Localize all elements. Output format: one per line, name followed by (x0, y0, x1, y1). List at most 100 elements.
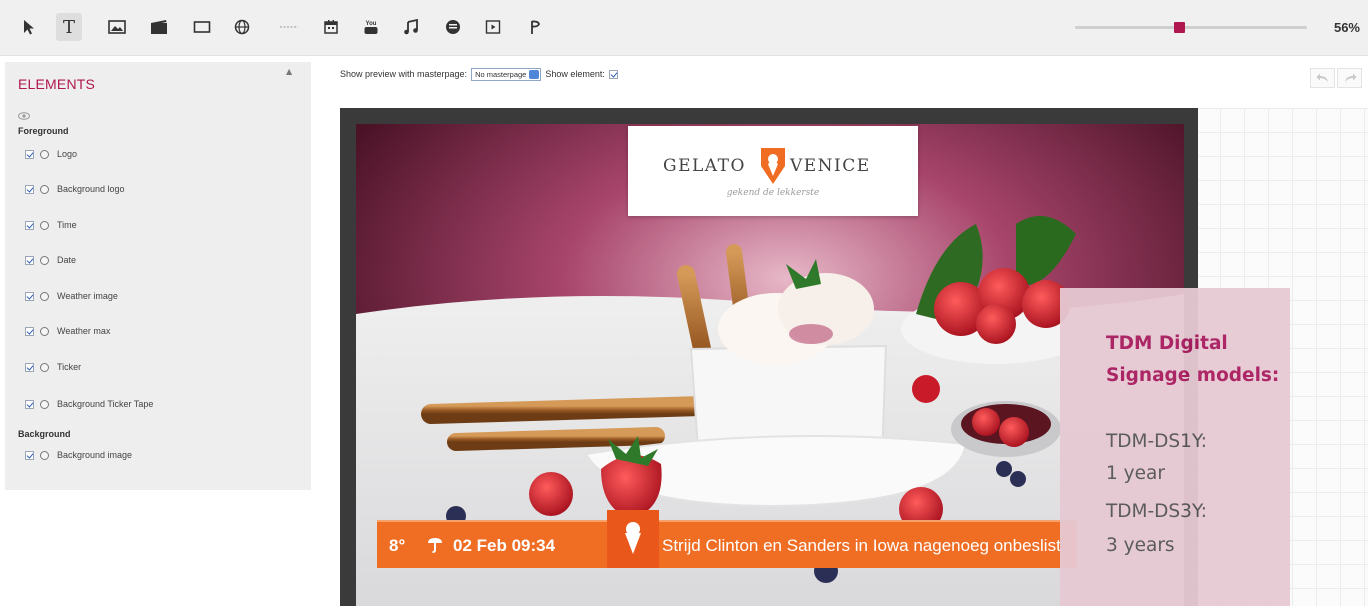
video-tool[interactable] (146, 13, 172, 41)
info-title: TDM Digital Signage models: (1106, 333, 1280, 386)
svg-text:T: T (63, 17, 75, 37)
image-tool[interactable] (104, 13, 130, 41)
info-model-1: TDM-DS1Y: (1106, 431, 1208, 452)
youtube-icon: You (364, 21, 378, 34)
visibility-checkbox[interactable] (25, 450, 34, 460)
visibility-checkbox[interactable] (25, 255, 34, 265)
element-row-time[interactable]: Time (25, 218, 77, 232)
ice-cream-cone-icon (761, 148, 785, 184)
ticker-tape[interactable]: 8° 02 Feb 09:34 Strijd Clinton en Sander… (377, 520, 1077, 568)
select-radio[interactable] (40, 149, 49, 159)
masterpage-select[interactable]: No masterpage (471, 67, 542, 81)
element-label: Weather image (57, 291, 118, 301)
info-duration-2: 3 years (1106, 535, 1175, 556)
youtube-tool[interactable]: You (358, 13, 384, 41)
element-label: Time (57, 220, 77, 230)
globe-icon (234, 19, 250, 35)
visibility-checkbox[interactable] (25, 326, 34, 336)
element-row-background-image[interactable]: Background image (25, 448, 132, 462)
divider-tool[interactable] (276, 13, 302, 41)
show-element-checkbox[interactable] (608, 69, 618, 79)
info-duration-1: 1 year (1106, 463, 1165, 484)
rss-tool[interactable] (440, 13, 466, 41)
visibility-checkbox[interactable] (25, 184, 34, 194)
svg-text:You: You (366, 21, 377, 27)
element-row-background-ticker-tape[interactable]: Background Ticker Tape (25, 397, 153, 411)
play-box-icon (485, 20, 501, 34)
pointer-tool[interactable] (16, 13, 42, 41)
select-radio[interactable] (40, 255, 49, 265)
select-radio[interactable] (40, 362, 49, 372)
ice-cream-icon (625, 522, 641, 554)
element-row-weather-max[interactable]: Weather max (25, 324, 110, 338)
panel-title: ELEMENTS (18, 76, 96, 92)
zoom-slider-track[interactable] (1075, 26, 1307, 29)
group-foreground: Foreground (18, 126, 69, 136)
weather-max-text: 8° (389, 536, 406, 555)
element-row-weather-image[interactable]: Weather image (25, 289, 118, 303)
web-tool[interactable] (229, 13, 255, 41)
element-label: Date (57, 255, 77, 265)
info-model-2: TDM-DS3Y: (1106, 501, 1208, 522)
select-radio[interactable] (40, 450, 49, 460)
undo-icon (1316, 73, 1328, 82)
text-icon: T (63, 17, 75, 37)
logo-text-left: GELATO (663, 156, 746, 176)
eye-icon[interactable] (18, 112, 30, 120)
collapse-up-icon[interactable]: ▲ (286, 67, 292, 76)
image-icon (108, 20, 126, 34)
visibility-checkbox[interactable] (25, 220, 34, 230)
element-row-ticker[interactable]: Ticker (25, 360, 81, 374)
feed-icon (446, 20, 460, 34)
zoom-level: 56% (1333, 20, 1360, 35)
logo-element[interactable]: GELATO VENICE gekend de lekkerste (628, 126, 918, 216)
preview-options: Show preview with masterpage: No masterp… (340, 67, 618, 81)
widget-tool[interactable] (522, 13, 548, 41)
select-radio[interactable] (40, 399, 49, 409)
calendar-icon (324, 20, 338, 34)
visibility-checkbox[interactable] (25, 362, 34, 372)
toolbar: T You 56% (0, 0, 1368, 56)
visibility-checkbox[interactable] (25, 291, 34, 301)
visibility-checkbox[interactable] (25, 149, 34, 159)
redo-icon (1344, 73, 1356, 82)
element-label: Ticker (57, 362, 82, 372)
text-tool[interactable]: T (56, 13, 82, 41)
undo-button[interactable] (1310, 68, 1335, 88)
ticker-logo-badge (607, 510, 659, 568)
element-label: Logo (57, 149, 78, 159)
group-background: Background (18, 429, 71, 439)
elements-panel: ELEMENTS ▲ Foreground Logo Background lo… (5, 62, 311, 490)
music-note-icon (404, 19, 418, 35)
element-label: Background logo (57, 184, 125, 194)
app-window: T You 56% ELEMENTS ▲ Foreground Logo Bac… (0, 0, 1368, 606)
ticker-headline: Strijd Clinton en Sanders in Iowa nageno… (662, 536, 1061, 555)
element-row-date[interactable]: Date (25, 253, 76, 267)
calendar-tool[interactable] (318, 13, 344, 41)
pointer-icon (24, 20, 34, 35)
logo-tagline: gekend de lekkerste (726, 188, 820, 198)
element-label: Background Ticker Tape (57, 399, 154, 409)
visibility-checkbox[interactable] (25, 399, 34, 409)
select-radio[interactable] (40, 291, 49, 301)
rectangle-icon (193, 21, 211, 33)
element-label: Weather max (57, 326, 111, 336)
info-callout: TDM Digital Signage models: TDM-DS1Y: 1 … (1060, 288, 1290, 606)
music-tool[interactable] (398, 13, 424, 41)
dashed-line-icon (280, 26, 298, 28)
select-radio[interactable] (40, 220, 49, 230)
zoom-slider-thumb[interactable] (1174, 22, 1185, 33)
select-radio[interactable] (40, 326, 49, 336)
select-radio[interactable] (40, 184, 49, 194)
element-row-background-logo[interactable]: Background logo (25, 182, 125, 196)
date-time-text: 02 Feb 09:34 (453, 536, 556, 555)
logo-text-right: VENICE (790, 156, 871, 176)
weather-icon (428, 538, 442, 553)
shape-tool[interactable] (189, 13, 215, 41)
playlist-tool[interactable] (480, 13, 506, 41)
video-icon (151, 20, 167, 34)
show-element-label: Show element: (545, 69, 605, 79)
element-row-logo[interactable]: Logo (25, 147, 77, 161)
flag-icon (531, 20, 540, 34)
redo-button[interactable] (1337, 68, 1362, 88)
